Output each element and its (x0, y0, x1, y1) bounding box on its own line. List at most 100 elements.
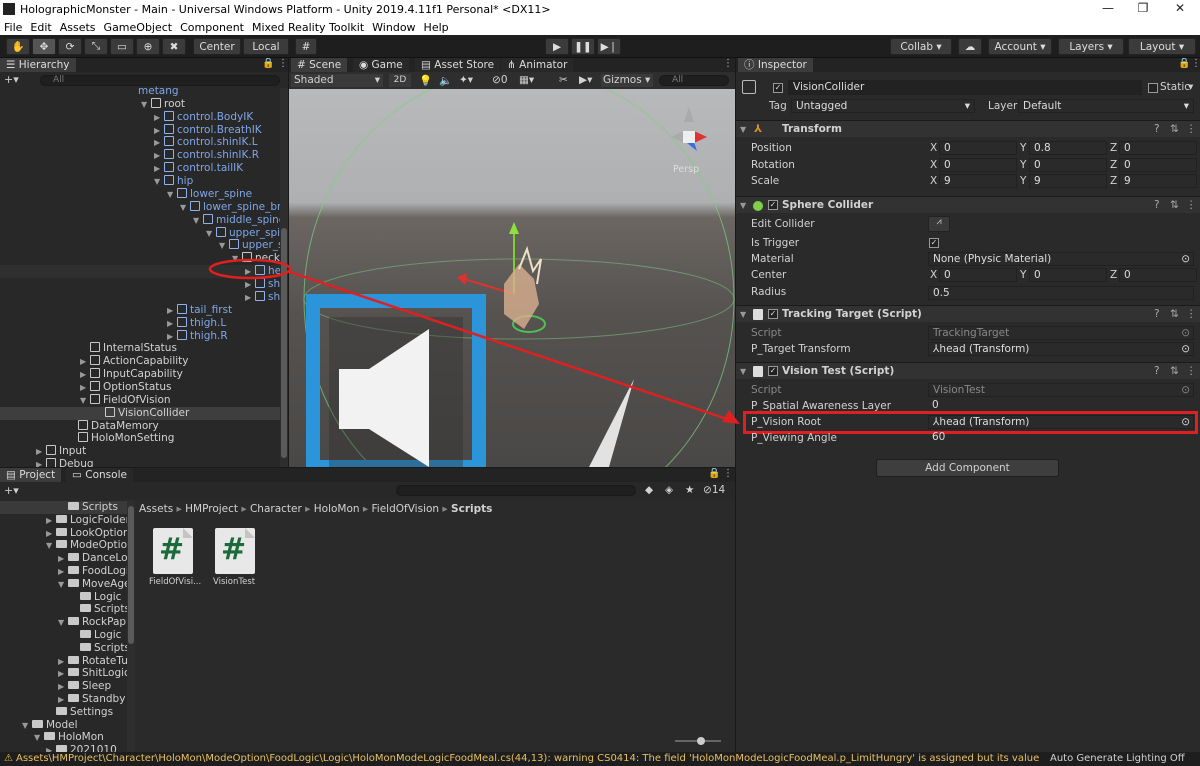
expand-arrow-icon[interactable]: ▼ (206, 227, 216, 240)
breadcrumb-item[interactable]: Scripts (451, 503, 492, 515)
project-folder-item[interactable]: ▼ ModeOption (46, 539, 128, 552)
expand-arrow-icon[interactable]: ▶ (167, 317, 177, 330)
scale-y-field[interactable]: 9 (1029, 174, 1107, 188)
menu-gameobject[interactable]: GameObject (104, 21, 173, 34)
icon-size-slider[interactable] (675, 737, 721, 745)
filter-type-icon[interactable]: ◆ (645, 484, 653, 496)
component-menu-icon[interactable]: ⋮ (1186, 306, 1197, 323)
favorite-icon[interactable]: ★ (685, 484, 694, 496)
hidden-layers-icon[interactable]: ⊘0 (492, 74, 508, 86)
help-icon[interactable]: ? (1154, 306, 1160, 323)
hierarchy-item[interactable]: ▶ InputCapability (80, 368, 183, 381)
tools-icon[interactable]: ✂ (559, 74, 568, 86)
rotation-x-field[interactable]: 0 (939, 158, 1017, 172)
expand-arrow-icon[interactable]: ▶ (58, 667, 68, 680)
hierarchy-item[interactable]: VisionCollider (0, 406, 280, 420)
expand-arrow-icon[interactable]: ▼ (154, 175, 164, 188)
scene-kebab-icon[interactable]: ⋮ (723, 58, 733, 69)
scene-viewport[interactable]: Persp (289, 89, 735, 467)
gizmos-dropdown[interactable]: Gizmos ▾ (601, 74, 653, 87)
project-folder-item[interactable]: Scripts (0, 501, 128, 514)
expand-arrow-icon[interactable]: ▶ (167, 330, 177, 343)
breadcrumb-item[interactable]: HoloMon (314, 503, 360, 515)
script-file-fieldofvision[interactable]: # (153, 528, 193, 574)
hierarchy-item[interactable]: ▶head (0, 265, 288, 279)
project-folder-item[interactable]: ▼ HoloMon (34, 731, 104, 744)
hierarchy-item[interactable]: DataMemory (68, 419, 159, 433)
project-folder-item[interactable]: ▼ Model (22, 719, 78, 732)
transform-header[interactable]: ▼ ⅄ Transform ? ⇅ ⋮ (736, 120, 1200, 137)
project-folder-item[interactable]: ▶ ShitLogic (58, 667, 128, 680)
inspector-lock-icon[interactable]: 🔒 (1178, 58, 1190, 69)
project-folder-item[interactable]: ▶ LogicFolder (46, 514, 128, 527)
script-file-visiontest[interactable]: # (215, 528, 255, 574)
expand-arrow-icon[interactable]: ▶ (36, 458, 46, 467)
scale-z-field[interactable]: 9 (1119, 174, 1197, 188)
effects-icon[interactable]: ✦▾ (459, 74, 473, 86)
tab-project[interactable]: ▤ Project (0, 468, 62, 482)
scene-search-input[interactable]: All (659, 75, 729, 86)
tab-hierarchy[interactable]: ☰ Hierarchy (0, 58, 76, 72)
pivot-center-button[interactable]: Center (193, 38, 241, 55)
sphere-collider-header[interactable]: ▼ ✓ Sphere Collider ? ⇅ ⋮ (736, 196, 1200, 213)
project-folder-item[interactable]: ▼ RockPap (58, 616, 126, 629)
preset-icon[interactable]: ⇅ (1170, 121, 1179, 138)
layers-dropdown[interactable]: Layers ▾ (1058, 38, 1124, 55)
hierarchy-item[interactable]: ▶ ActionCapability (80, 355, 189, 368)
center-y-field[interactable]: 0 (1029, 268, 1107, 282)
project-folder-item[interactable]: ▶ 2021010 (46, 744, 117, 752)
menu-edit[interactable]: Edit (30, 21, 51, 34)
static-checkbox[interactable] (1148, 83, 1158, 93)
project-folder-item[interactable]: ▶ Sleep (58, 680, 111, 693)
tracking-target-enabled-checkbox[interactable]: ✓ (768, 309, 778, 319)
create-plus-icon[interactable]: +▾ (4, 73, 19, 86)
tab-asset-store[interactable]: ▤ Asset Store (415, 58, 501, 72)
account-dropdown[interactable]: Account ▾ (988, 38, 1052, 55)
preset-icon[interactable]: ⇅ (1170, 363, 1179, 380)
expand-arrow-icon[interactable]: ▶ (245, 291, 255, 304)
vision-test-enabled-checkbox[interactable]: ✓ (768, 366, 778, 376)
project-folder-item[interactable]: Logic (70, 591, 121, 604)
pivot-local-button[interactable]: Local (243, 38, 289, 55)
hierarchy-item[interactable]: ▼ hip (154, 175, 193, 188)
move-tool-icon[interactable]: ✥ (32, 38, 56, 55)
create-plus-icon[interactable]: +▾ (4, 484, 19, 497)
component-menu-icon[interactable]: ⋮ (1186, 121, 1197, 138)
mode-2d-toggle[interactable]: 2D (389, 74, 411, 87)
step-icon[interactable]: ▶❘ (597, 38, 621, 55)
grid-snap-icon[interactable]: # (295, 38, 317, 55)
material-field[interactable]: None (Physic Material) ⊙ (928, 252, 1194, 266)
viewing-angle-field[interactable]: 60 (928, 431, 1194, 445)
expand-arrow-icon[interactable]: ▶ (58, 655, 68, 668)
project-folder-item[interactable]: ▼ MoveAge (58, 578, 128, 591)
close-icon[interactable]: ✕ (1165, 1, 1195, 15)
play-icon[interactable]: ▶ (545, 38, 569, 55)
project-kebab-icon[interactable]: ⋮ (723, 468, 733, 479)
filter-label-icon[interactable]: ◈ (665, 484, 673, 496)
expand-arrow-icon[interactable]: ▼ (232, 252, 242, 265)
lock-icon[interactable]: 🔒 (262, 58, 274, 69)
menu-mrtk[interactable]: Mixed Reality Toolkit (252, 21, 364, 34)
layout-dropdown[interactable]: Layout ▾ (1128, 38, 1196, 55)
menu-help[interactable]: Help (424, 21, 449, 34)
inspector-kebab-icon[interactable]: ⋮ (1191, 58, 1200, 69)
expand-arrow-icon[interactable]: ▶ (46, 527, 56, 540)
tab-animator[interactable]: ⋔ Animator (501, 58, 574, 72)
hierarchy-item[interactable]: metang (128, 85, 179, 98)
hierarchy-item[interactable]: ▼ FieldOfVision (80, 393, 171, 407)
shading-mode-dropdown[interactable]: Shaded ▾ (291, 74, 383, 87)
vision-root-field[interactable]: ⅄head (Transform) ⊙ (928, 415, 1194, 429)
hierarchy-item[interactable]: ▼ root (141, 97, 185, 111)
grid-icon[interactable]: ▦▾ (519, 74, 534, 86)
expand-arrow-icon[interactable]: ▼ (46, 539, 56, 552)
expand-arrow-icon[interactable]: ▶ (46, 514, 56, 527)
object-picker-icon[interactable]: ⊙ (1181, 416, 1190, 428)
project-folder-item[interactable]: ▶ RotateTu (58, 655, 128, 668)
expand-arrow-icon[interactable]: ▼ (193, 214, 203, 227)
project-folder-item[interactable]: Logic (70, 629, 121, 642)
status-warning-text[interactable]: Assets\HMProject\Character\HoloMon\ModeO… (16, 752, 1040, 766)
expand-arrow-icon[interactable]: ▼ (180, 201, 190, 214)
menu-component[interactable]: Component (180, 21, 244, 34)
hierarchy-scroll-thumb[interactable] (281, 228, 287, 458)
position-x-field[interactable]: 0 (939, 141, 1017, 155)
